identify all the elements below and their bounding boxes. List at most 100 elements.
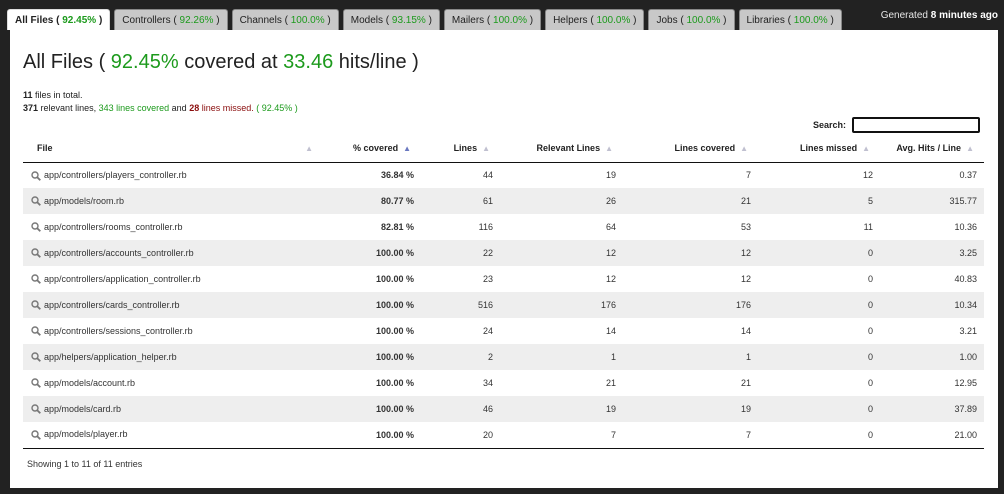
relevant-lines-cell: 1 (500, 344, 623, 370)
lines-covered-cell: 21 (623, 188, 758, 214)
lines-covered-cell: 14 (740, 326, 751, 336)
table-row: app/controllers/rooms_controller.rb 82.81… (23, 214, 984, 240)
tab-label: Channels (239, 15, 282, 26)
lines-missed-cell: 0 (867, 274, 873, 284)
avg-hits-cell: 0.37 (959, 170, 977, 181)
lines-missed-cell: 0 (758, 422, 880, 449)
file-link[interactable]: app/models/room.rb (44, 196, 124, 206)
file-cell[interactable]: app/controllers/cards_controller.rb (23, 292, 319, 318)
file-cell[interactable]: app/models/player.rb (23, 422, 319, 449)
column-header-lines-missed[interactable]: Lines missed ▲ (758, 135, 880, 163)
relevant-lines-cell: 7 (500, 422, 623, 449)
avg-hits-cell: 37.89 (880, 396, 984, 422)
lines-covered-cell: 1 (623, 344, 758, 370)
file-cell[interactable]: app/models/account.rb (23, 370, 319, 396)
relevant-lines-cell: 21 (605, 378, 616, 388)
magnifier-icon (31, 326, 41, 337)
magnifier-icon (31, 274, 41, 285)
avg-hits-cell: 40.83 (954, 274, 977, 284)
file-link[interactable]: app/models/card.rb (44, 404, 121, 414)
lines-missed-cell: 0 (758, 292, 880, 318)
relevant-lines-cell: 12 (605, 274, 616, 284)
file-cell[interactable]: app/models/room.rb (23, 188, 319, 214)
avg-hits-cell: 10.34 (880, 292, 984, 318)
table-row: app/models/player.rb 100.00 % 20 7 7 0 21.00 (23, 422, 984, 449)
sort-icon: ▲ (305, 144, 313, 153)
file-link[interactable]: app/helpers/application_helper.rb (44, 352, 177, 362)
tab-label: Helpers (553, 15, 588, 26)
tab-helpers[interactable]: Helpers ( 100.0% ) (545, 9, 645, 30)
relevant-lines-cell: 176 (500, 292, 623, 318)
relevant-lines-cell: 14 (605, 326, 616, 336)
file-link[interactable]: app/controllers/application_controller.r… (44, 274, 201, 284)
avg-hits-cell: 1.00 (880, 344, 984, 370)
lines-covered-cell: 176 (623, 292, 758, 318)
page-title: All Files ( 92.45% covered at 33.46 hits… (23, 51, 419, 73)
tab-channels[interactable]: Channels ( 100.0% ) (231, 9, 339, 30)
sort-icon: ▲ (966, 144, 974, 154)
file-cell[interactable]: app/controllers/application_controller.r… (23, 266, 319, 292)
file-link[interactable]: app/controllers/sessions_controller.rb (44, 326, 193, 336)
file-cell[interactable]: app/controllers/players_controller.rb (23, 162, 319, 188)
file-cell[interactable]: app/helpers/application_helper.rb (23, 344, 319, 370)
summary-pct: ( 92.45% ) (256, 103, 298, 113)
title-middle: covered at (184, 51, 278, 73)
search-box: Search: (813, 117, 980, 133)
avg-hits-cell: 3.21 (959, 326, 977, 336)
lines-covered-cell: 53 (740, 222, 751, 232)
column-header-relevant-lines[interactable]: Relevant Lines ▲ (500, 135, 623, 163)
magnifier-icon (31, 430, 41, 440)
title-label: All Files (23, 51, 94, 73)
column-header-file[interactable]: File ▲ (23, 135, 319, 163)
file-link[interactable]: app/controllers/accounts_controller.rb (44, 248, 194, 258)
lines-cell: 34 (482, 378, 493, 388)
table-info: Showing 1 to 11 of 11 entries (27, 459, 143, 469)
table-row: app/controllers/application_controller.r… (23, 266, 984, 292)
lines-missed-cell: 12 (862, 170, 873, 181)
tab-libraries[interactable]: Libraries ( 100.0% ) (738, 9, 842, 30)
tab-all-files[interactable]: All Files ( 92.45% ) (7, 9, 111, 30)
avg-hits-cell: 12.95 (954, 378, 977, 388)
relevant-count: 371 (23, 103, 39, 113)
relevant-lines-cell: 12 (500, 240, 623, 266)
lines-missed-cell: 5 (758, 188, 880, 214)
tab-coverage-pct: 93.15% (391, 15, 426, 26)
tab-mailers[interactable]: Mailers ( 100.0% ) (443, 9, 542, 30)
tab-controllers[interactable]: Controllers ( 92.26% ) (114, 9, 228, 30)
column-header-avg-hits[interactable]: Avg. Hits / Line ▲ (880, 135, 984, 163)
table-row: app/controllers/cards_controller.rb 100.0… (23, 292, 984, 318)
lines-missed-cell: 0 (867, 326, 873, 336)
file-cell[interactable]: app/controllers/sessions_controller.rb (23, 318, 319, 344)
sort-icon: ▲ (482, 144, 490, 154)
file-cell[interactable]: app/controllers/rooms_controller.rb (23, 214, 319, 240)
lines-cell: 46 (421, 396, 500, 422)
lines-cell: 23 (482, 274, 493, 284)
magnifier-icon (31, 248, 41, 259)
file-link[interactable]: app/models/player.rb (44, 429, 128, 439)
column-header-covered[interactable]: % covered ▲ (319, 135, 421, 163)
column-header-lines[interactable]: Lines ▲ (421, 135, 500, 163)
avg-hits-cell: 21.00 (880, 422, 984, 449)
search-input[interactable] (852, 117, 980, 133)
title-suffix: hits/line (338, 51, 407, 73)
table-row: app/controllers/players_controller.rb 36.… (23, 162, 984, 188)
tab-models[interactable]: Models ( 93.15% ) (342, 9, 440, 30)
tab-jobs[interactable]: Jobs ( 100.0% ) (648, 9, 735, 30)
file-link[interactable]: app/models/account.rb (44, 378, 135, 388)
lines-covered-cell: 12 (623, 240, 758, 266)
file-link[interactable]: app/controllers/players_controller.rb (44, 170, 187, 180)
file-cell[interactable]: app/models/card.rb (23, 396, 319, 422)
lines-covered-cell: 12 (740, 274, 751, 284)
file-link[interactable]: app/controllers/cards_controller.rb (44, 300, 180, 310)
sort-ascending-icon: ▲ (403, 144, 411, 154)
column-header-lines-covered[interactable]: Lines covered ▲ (623, 135, 758, 163)
magnifier-icon (31, 170, 41, 181)
lines-missed-cell: 0 (758, 240, 880, 266)
avg-hits-cell: 10.36 (954, 222, 977, 232)
table-row: app/helpers/application_helper.rb 100.00 … (23, 344, 984, 370)
file-link[interactable]: app/controllers/rooms_controller.rb (44, 222, 183, 232)
tab-coverage-pct: 92.26% (179, 15, 214, 26)
table-row: app/controllers/sessions_controller.rb 10… (23, 318, 984, 344)
coverage-pct-cell: 100.00 % (319, 344, 421, 370)
file-cell[interactable]: app/controllers/accounts_controller.rb (23, 240, 319, 266)
